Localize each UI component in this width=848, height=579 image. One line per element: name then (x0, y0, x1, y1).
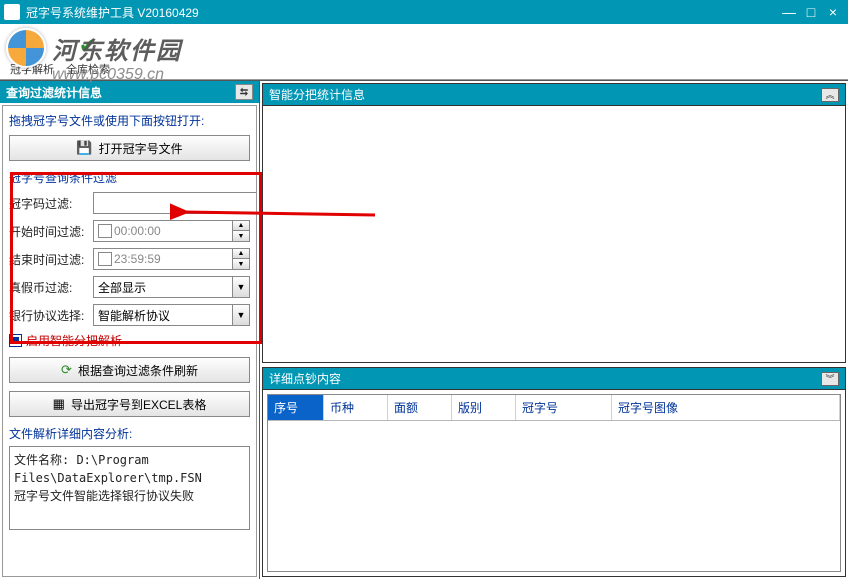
detail-title: 详细点钞内容 (269, 370, 341, 387)
collapse-down-icon[interactable]: ︾ (821, 372, 839, 386)
open-file-button[interactable]: 💾 打开冠字号文件 (9, 135, 250, 161)
end-time-spinner[interactable]: ▲▼ (233, 248, 250, 270)
start-time-spinner[interactable]: ▲▼ (233, 220, 250, 242)
col-denom[interactable]: 面额 (388, 395, 452, 420)
check-icon: ✔ (73, 31, 103, 61)
smart-stats-panel: 智能分把统计信息 ︽ (262, 83, 846, 363)
start-time-input[interactable]: 00:00:00 (93, 220, 233, 242)
main-toolbar: 📄 冠字解析 ✔ 全库检索 (0, 24, 848, 80)
export-label: 导出冠字号到EXCEL表格 (71, 396, 206, 413)
end-time-label: 结束时间过滤: (9, 251, 93, 268)
grid-icon: ▦ (53, 396, 65, 412)
bank-protocol-select[interactable]: 智能解析协议 (93, 304, 232, 326)
detail-grid[interactable]: 序号 币种 面额 版别 冠字号 冠字号图像 (267, 394, 841, 572)
left-panel: 查询过滤统计信息 ⮀ 拖拽冠字号文件或使用下面按钮打开: 💾 打开冠字号文件 冠… (0, 81, 260, 579)
collapse-up-icon[interactable]: ︽ (821, 88, 839, 102)
col-image[interactable]: 冠字号图像 (612, 395, 840, 420)
refresh-label: 根据查询过滤条件刷新 (78, 362, 198, 379)
col-seq[interactable]: 序号 (268, 395, 324, 420)
export-excel-button[interactable]: ▦ 导出冠字号到EXCEL表格 (9, 391, 250, 417)
window-titlebar: 冠字号系统维护工具 V20160429 — □ × (0, 0, 848, 24)
file-analysis-title: 文件解析详细内容分析: (9, 425, 250, 442)
bank-protocol-label: 银行协议选择: (9, 307, 93, 324)
col-version[interactable]: 版别 (452, 395, 516, 420)
tool-search[interactable]: ✔ 全库检索 (60, 29, 116, 79)
left-panel-header: 查询过滤统计信息 ⮀ (0, 81, 259, 103)
refresh-icon: ⟳ (61, 362, 72, 378)
truefalse-select[interactable]: 全部显示 (93, 276, 232, 298)
window-title: 冠字号系统维护工具 V20160429 (26, 4, 778, 21)
minimize-button[interactable]: — (778, 3, 800, 21)
app-icon (4, 4, 20, 20)
maximize-button[interactable]: □ (800, 3, 822, 21)
start-time-label: 开始时间过滤: (9, 223, 93, 240)
tool-search-label: 全库检索 (66, 61, 110, 77)
code-filter-label: 冠字码过滤: (9, 195, 93, 212)
enable-smart-checkbox[interactable]: 启用智能分把解析 (9, 332, 250, 349)
close-button[interactable]: × (822, 3, 844, 21)
detail-panel: 详细点钞内容 ︾ 序号 币种 面额 版别 冠字号 冠字号图像 (262, 367, 846, 577)
checkbox-icon (9, 334, 22, 347)
open-file-label: 打开冠字号文件 (99, 140, 183, 157)
file-analysis-text: 文件名称: D:\Program Files\DataExplorer\tmp.… (9, 446, 250, 530)
filter-section-title: 冠字号查询条件过滤 (9, 169, 250, 186)
col-crown[interactable]: 冠字号 (516, 395, 612, 420)
tool-parse-label: 冠字解析 (10, 61, 54, 77)
tool-parse[interactable]: 📄 冠字解析 (4, 29, 60, 79)
truefalse-label: 真假币过滤: (9, 279, 93, 296)
save-icon: 💾 (76, 140, 92, 156)
grid-header-row: 序号 币种 面额 版别 冠字号 冠字号图像 (268, 395, 840, 421)
pin-icon[interactable]: ⮀ (235, 84, 253, 100)
chevron-down-icon[interactable]: ▼ (232, 276, 250, 298)
end-time-input[interactable]: 23:59:59 (93, 248, 233, 270)
chevron-down-icon[interactable]: ▼ (232, 304, 250, 326)
enable-smart-label: 启用智能分把解析 (26, 332, 122, 349)
smart-stats-body (263, 106, 845, 362)
code-filter-input[interactable] (93, 192, 257, 214)
refresh-button[interactable]: ⟳ 根据查询过滤条件刷新 (9, 357, 250, 383)
left-panel-title: 查询过滤统计信息 (6, 84, 102, 101)
document-icon: 📄 (17, 31, 47, 61)
col-currency[interactable]: 币种 (324, 395, 388, 420)
open-hint: 拖拽冠字号文件或使用下面按钮打开: (9, 112, 250, 129)
smart-stats-title: 智能分把统计信息 (269, 86, 365, 103)
